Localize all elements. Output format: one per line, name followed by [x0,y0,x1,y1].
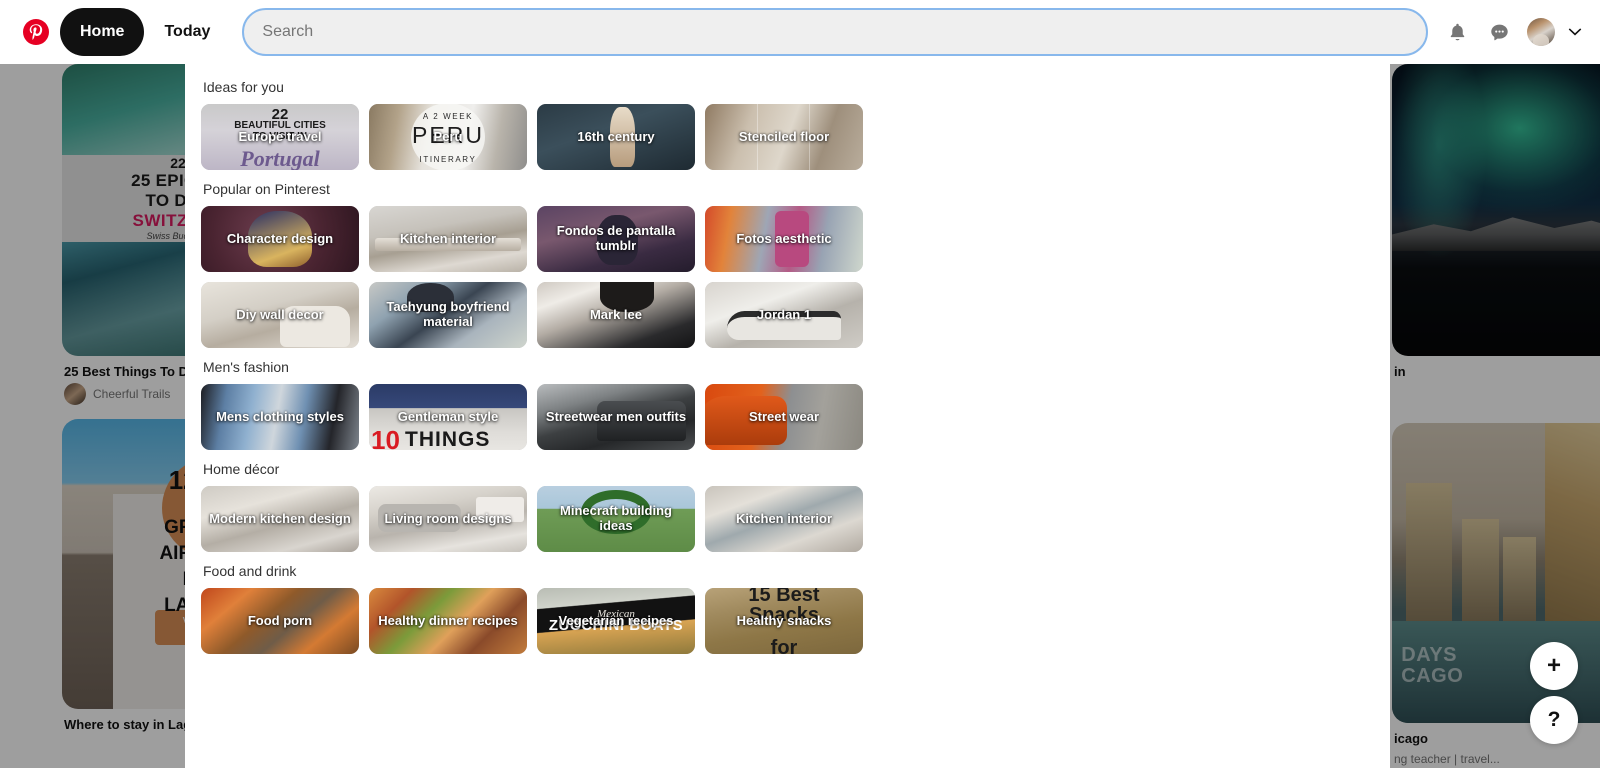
suggestion-row: Diy wall decor Taehyung boyfriend materia… [201,282,1390,348]
suggestion-tile-label: 16th century [577,128,655,144]
app-header: Home Today [0,0,1600,64]
suggestion-tile[interactable]: Taehyung boyfriend material [369,282,527,348]
suggestion-tile-label: Kitchen interior [399,230,497,246]
suggestion-tile-label: Living room designs [384,510,512,526]
pinterest-app: 22 25 EPIC TH TO DO I SWITZERL Swiss Buc… [0,0,1600,768]
suggestion-tile[interactable]: Living room designs [369,486,527,552]
suggestion-tile-label: Street wear [748,408,820,424]
suggestion-tile-label: Diy wall decor [236,306,324,322]
suggestion-tile-label: Stenciled floor [738,128,830,144]
suggestion-tile[interactable]: Stenciled floor [705,104,863,170]
pinterest-logo-icon[interactable] [12,8,60,56]
suggestion-tile[interactable]: Mark lee [537,282,695,348]
suggestion-tile[interactable]: Kitchen interior [705,486,863,552]
suggestion-section: Home décor Modern kitchen design Living ro… [185,460,1390,552]
suggestion-tile-label: Character design [226,230,334,246]
create-button[interactable]: + [1530,642,1578,690]
suggestion-tile[interactable]: Healthy dinner recipes [369,588,527,654]
section-title: Ideas for you [203,79,284,95]
suggestion-tile-label: Taehyung boyfriend material [386,299,510,329]
section-title: Men's fashion [203,359,289,375]
suggestion-tile[interactable]: 15 Best Snacks for Healthy snacks [705,588,863,654]
suggestion-tile-label: Mens clothing styles [216,408,344,424]
suggestion-tile-label: Food porn [247,612,313,628]
suggestion-tile-label: Mark lee [589,306,643,322]
suggestion-row: Mens clothing styles 10 THINGS Gentleman st… [201,384,1390,450]
suggestion-tile-label: Peru [433,128,463,144]
section-title: Home décor [203,461,280,477]
suggestion-tile[interactable]: Jordan 1 [705,282,863,348]
search-box[interactable] [242,8,1428,56]
suggestion-tile-label: Fondos de pantalla tumblr [556,223,676,253]
suggestion-tile-label: Gentleman style [397,408,499,424]
suggestion-row: Character design Kitchen interior Fondos d… [201,206,1390,272]
suggestion-tile[interactable]: Mexican ZUCCHINI BOATS Vegetarian recipes [537,588,695,654]
chevron-down-icon[interactable] [1562,11,1588,53]
suggestion-tile-label: Jordan 1 [756,306,812,322]
suggestion-tile-label: Kitchen interior [735,510,833,526]
suggestion-tile[interactable]: Fondos de pantalla tumblr [537,206,695,272]
account-avatar[interactable] [1520,11,1562,53]
suggestion-tile[interactable]: Food porn [201,588,359,654]
section-title: Food and drink [203,563,297,579]
suggestion-tile[interactable]: Minecraft building ideas [537,486,695,552]
nav-home[interactable]: Home [60,8,145,56]
suggestion-tile-label: Healthy dinner recipes [378,612,518,628]
suggestion-section: Men's fashion Mens clothing styles 10 THING… [185,358,1390,450]
suggestion-tile[interactable]: Fotos aesthetic [705,206,863,272]
suggestion-tile[interactable]: A 2 WEEK PERU ITINERARY Peru [369,104,527,170]
suggestion-tile[interactable]: 22 BEAUTIFUL CITIES TO VISIT IN Portugal Eur… [201,104,359,170]
notifications-bell-icon[interactable] [1436,11,1478,53]
suggestion-section: Popular on Pinterest Character design Kitc… [185,180,1390,348]
suggestion-row: Food porn Healthy dinner recipes Mexican ZU… [201,588,1390,654]
suggestion-tile[interactable]: Character design [201,206,359,272]
help-button[interactable]: ? [1530,696,1578,744]
suggestion-tile-label: Vegetarian recipes [558,612,674,628]
nav-today[interactable]: Today [144,8,230,56]
suggestion-tile-label: Fotos aesthetic [736,230,832,246]
suggestion-tile[interactable]: Streetwear men outfits [537,384,695,450]
search-suggestions-dropdown: Ideas for you 22 BEAUTIFUL CITIES TO VISIT … [185,64,1390,768]
suggestion-tile-label: Healthy snacks [736,612,832,628]
suggestion-section: Food and drink Food porn Healthy dinner re… [185,562,1390,654]
search-input[interactable] [262,10,1408,54]
suggestion-tile-label: Minecraft building ideas [560,503,672,533]
suggestion-tile[interactable]: Modern kitchen design [201,486,359,552]
suggestion-tile[interactable]: Mens clothing styles [201,384,359,450]
suggestion-tile[interactable]: Kitchen interior [369,206,527,272]
section-title: Popular on Pinterest [203,181,330,197]
suggestion-tile[interactable]: Diy wall decor [201,282,359,348]
suggestion-tile[interactable]: 16th century [537,104,695,170]
suggestion-tile[interactable]: Street wear [705,384,863,450]
suggestion-row: 22 BEAUTIFUL CITIES TO VISIT IN Portugal Eur… [201,104,1390,170]
search-container[interactable] [242,8,1428,56]
suggestion-row: Modern kitchen design Living room designs… [201,486,1390,552]
avatar [1527,18,1555,46]
messages-icon[interactable] [1478,11,1520,53]
suggestion-section: Ideas for you 22 BEAUTIFUL CITIES TO VISIT … [185,78,1390,170]
suggestion-tile-label: Europe travel [238,128,322,144]
suggestion-tile[interactable]: 10 THINGS Gentleman style [369,384,527,450]
suggestion-tile-label: Modern kitchen design [209,510,351,526]
suggestion-tile-label: Streetwear men outfits [545,408,687,424]
